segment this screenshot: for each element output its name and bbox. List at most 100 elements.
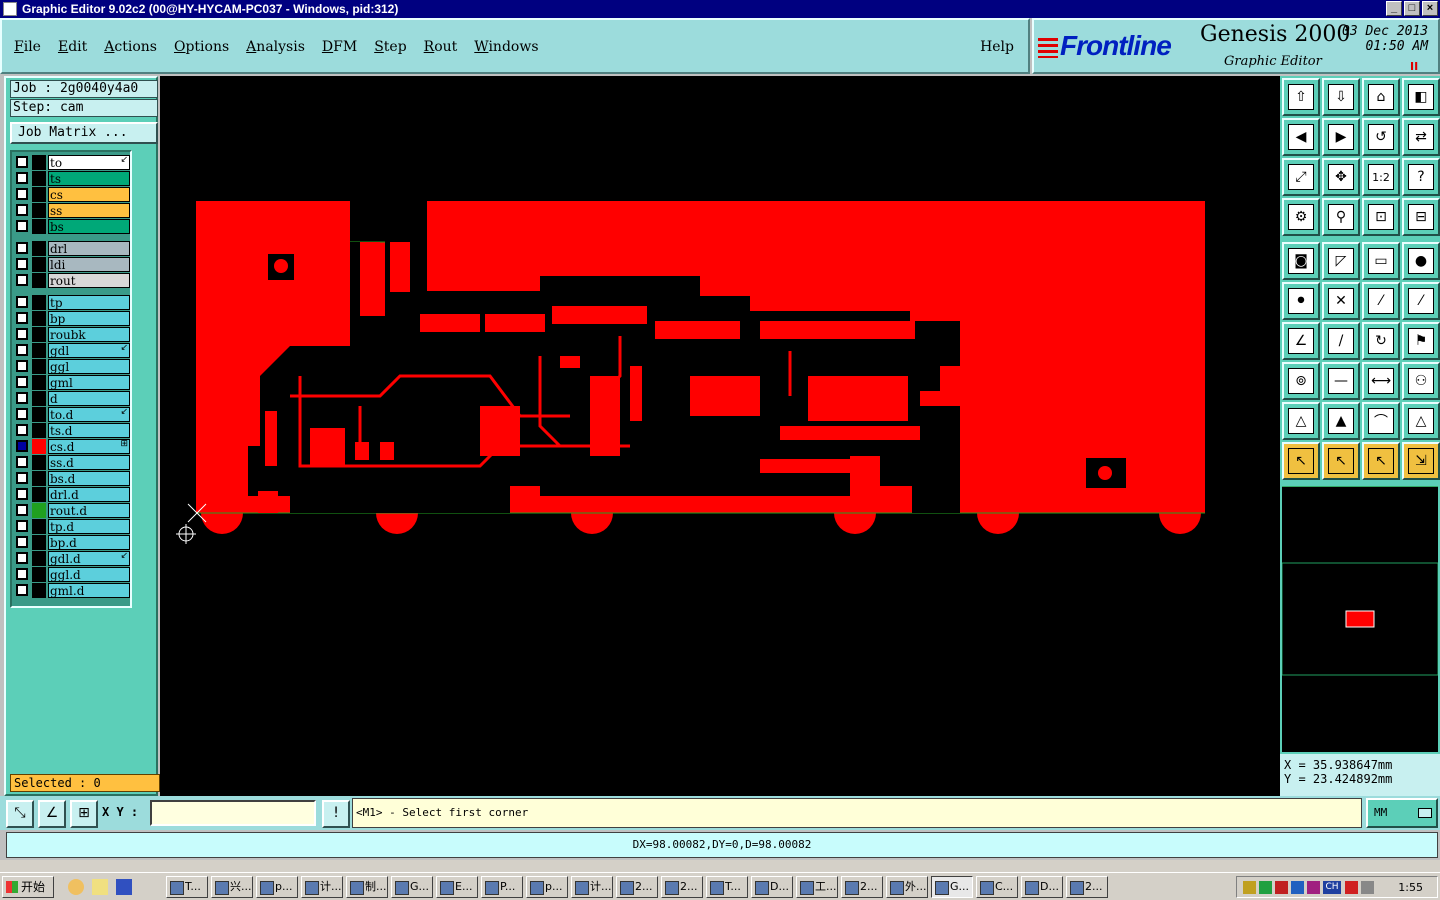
layer-row-bp-d[interactable]: bp.d	[14, 535, 130, 550]
layer-row-roubk[interactable]: roubk	[14, 327, 130, 342]
menu-analysis[interactable]: Analysis	[246, 39, 305, 55]
layer-name[interactable]: tp	[48, 295, 130, 310]
overview-map[interactable]	[1281, 486, 1439, 752]
layer-color-swatch[interactable]	[32, 487, 46, 502]
layer-color-swatch[interactable]	[32, 439, 46, 454]
layer-name[interactable]: ts	[48, 171, 130, 186]
layer-row-cs-d[interactable]: cs.d ⊞	[14, 439, 130, 454]
tool-button-arc[interactable]: ↻	[1362, 322, 1400, 360]
quicklaunch-notes-icon[interactable]	[92, 879, 108, 895]
layer-checkbox[interactable]	[16, 204, 28, 216]
layer-row-ts-d[interactable]: ts.d	[14, 423, 130, 438]
layer-checkbox[interactable]	[16, 296, 28, 308]
layer-row-ggl[interactable]: ggl	[14, 359, 130, 374]
layer-row-ss[interactable]: ss	[14, 203, 130, 218]
job-matrix-button[interactable]: Job Matrix ...	[10, 122, 158, 144]
layer-name[interactable]: drl	[48, 241, 130, 256]
tray-security-icon[interactable]	[1275, 881, 1288, 894]
xy-input[interactable]	[150, 800, 316, 826]
layer-name[interactable]: ss	[48, 203, 130, 218]
taskbar-item[interactable]: 制...	[346, 876, 388, 898]
taskbar-item[interactable]: T...	[166, 876, 208, 898]
layer-row-bp[interactable]: bp	[14, 311, 130, 326]
layer-checkbox[interactable]	[16, 274, 28, 286]
layer-row-ldi[interactable]: ldi	[14, 257, 130, 272]
taskbar-item[interactable]: p...	[526, 876, 568, 898]
layer-row-tp-d[interactable]: tp.d	[14, 519, 130, 534]
taskbar-item[interactable]: T...	[706, 876, 748, 898]
tool-button-delta[interactable]: △	[1402, 402, 1440, 440]
layer-color-swatch[interactable]	[32, 455, 46, 470]
layer-name[interactable]: rout.d	[48, 503, 130, 518]
layer-color-swatch[interactable]	[32, 343, 46, 358]
tool-button-select[interactable]: ↖	[1282, 442, 1320, 480]
layer-checkbox[interactable]	[16, 312, 28, 324]
tool-button-dot[interactable]: ●	[1402, 242, 1440, 280]
layer-checkbox[interactable]	[16, 188, 28, 200]
tray-network-icon[interactable]	[1291, 881, 1304, 894]
layer-row-gml-d[interactable]: gml.d	[14, 583, 130, 598]
layer-row-ss-d[interactable]: ss.d	[14, 455, 130, 470]
pause-icon[interactable]: II	[1410, 60, 1418, 73]
layer-color-swatch[interactable]	[32, 583, 46, 598]
taskbar-item[interactable]: 2...	[1066, 876, 1108, 898]
layer-checkbox[interactable]	[16, 504, 28, 516]
tool-button-feature[interactable]: ◙	[1282, 242, 1320, 280]
layer-checkbox[interactable]	[16, 456, 28, 468]
layer-row-d[interactable]: d	[14, 391, 130, 406]
taskbar-item[interactable]: 2...	[841, 876, 883, 898]
tool-button-tools[interactable]: ⚙	[1282, 198, 1320, 236]
layer-checkbox[interactable]	[16, 520, 28, 532]
tool-button-zoom-center[interactable]: ✥	[1322, 158, 1360, 196]
layer-color-swatch[interactable]	[32, 551, 46, 566]
layer-checkbox[interactable]	[16, 536, 28, 548]
tool-button-snap[interactable]: ⊡	[1362, 198, 1400, 236]
menu-edit[interactable]: Edit	[58, 39, 87, 55]
taskbar-item[interactable]: p...	[256, 876, 298, 898]
tray-shield-icon[interactable]	[1345, 881, 1358, 894]
layer-name[interactable]: to.d	[48, 407, 130, 422]
layer-checkbox[interactable]	[16, 376, 28, 388]
layer-name[interactable]: ts.d	[48, 423, 130, 438]
menu-file[interactable]: File	[14, 39, 41, 55]
tray-close-icon[interactable]	[1307, 881, 1320, 894]
layer-name[interactable]: to	[48, 155, 130, 170]
tool-button-dash[interactable]: —	[1322, 362, 1360, 400]
tool-button-split[interactable]: ◧	[1402, 78, 1440, 116]
layer-name[interactable]: d	[48, 391, 130, 406]
tool-button-right[interactable]: ▶	[1322, 118, 1360, 156]
layer-checkbox[interactable]	[16, 220, 28, 232]
taskbar-item[interactable]: 2...	[661, 876, 703, 898]
start-button[interactable]: 开始	[2, 876, 54, 898]
layer-color-swatch[interactable]	[32, 203, 46, 218]
taskbar-item[interactable]: 计...	[301, 876, 343, 898]
layer-name[interactable]: bs.d	[48, 471, 130, 486]
taskbar-item[interactable]: E...	[436, 876, 478, 898]
layer-checkbox[interactable]	[16, 552, 28, 564]
quicklaunch-clock-icon[interactable]	[68, 879, 84, 895]
layer-name[interactable]: cs	[48, 187, 130, 202]
tool-button-ruler[interactable]: ▭	[1362, 242, 1400, 280]
layer-name[interactable]: drl.d	[48, 487, 130, 502]
layer-row-gdl[interactable]: gdl ↙	[14, 343, 130, 358]
tool-button-snap-grid[interactable]: ⊟	[1402, 198, 1440, 236]
layer-color-swatch[interactable]	[32, 187, 46, 202]
layer-row-bs-d[interactable]: bs.d	[14, 471, 130, 486]
layer-name[interactable]: rout	[48, 273, 130, 288]
layer-color-swatch[interactable]	[32, 241, 46, 256]
tool-button-segment[interactable]: ⁄	[1402, 282, 1440, 320]
layer-color-swatch[interactable]	[32, 155, 46, 170]
tool-button-arch[interactable]: ⌒	[1362, 402, 1400, 440]
taskbar-item[interactable]: 计...	[571, 876, 613, 898]
layer-checkbox[interactable]	[16, 440, 28, 452]
tool-button-net[interactable]: ⚫	[1282, 282, 1320, 320]
layer-name[interactable]: bs	[48, 219, 130, 234]
layer-checkbox[interactable]	[16, 156, 28, 168]
layer-color-swatch[interactable]	[32, 327, 46, 342]
tool-button-home[interactable]: ⌂	[1362, 78, 1400, 116]
layer-row-cs[interactable]: cs	[14, 187, 130, 202]
layer-checkbox[interactable]	[16, 472, 28, 484]
layer-checkbox[interactable]	[16, 360, 28, 372]
menu-windows[interactable]: Windows	[474, 39, 538, 55]
tool-button-open-down[interactable]: ⇩	[1322, 78, 1360, 116]
